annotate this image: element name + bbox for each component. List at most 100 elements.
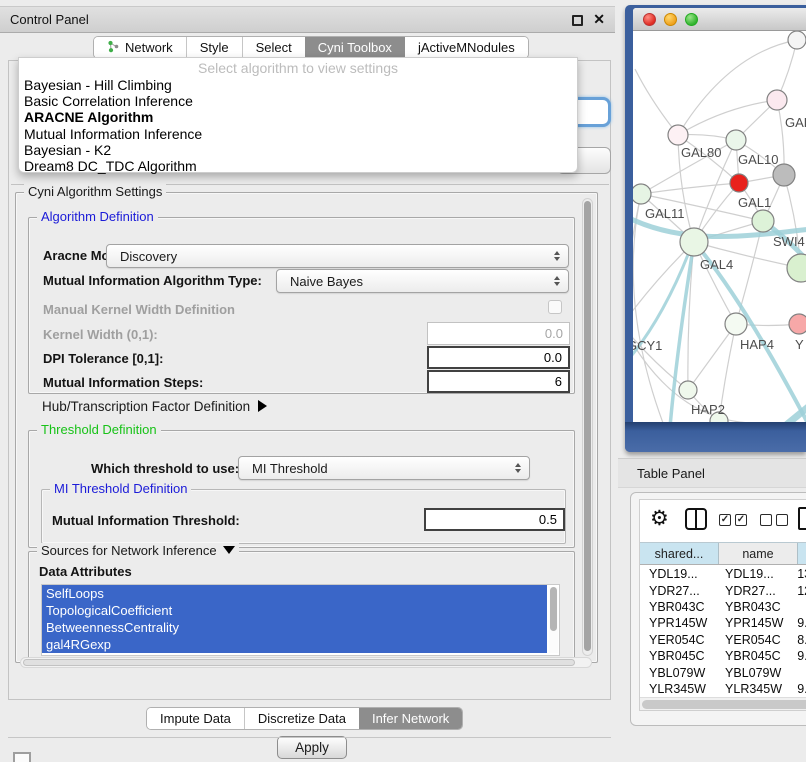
graph-node[interactable] xyxy=(767,90,787,110)
graph-node-label: GAL11 xyxy=(645,206,685,221)
graph-node[interactable] xyxy=(725,313,747,335)
algorithm-option-mutual-information-inference[interactable]: Mutual Information Inference xyxy=(19,126,577,142)
graph-node[interactable] xyxy=(773,164,795,186)
split-column-icon[interactable] xyxy=(685,508,707,530)
table-cell: YER054C xyxy=(714,633,788,647)
apply-button[interactable]: Apply xyxy=(277,736,347,759)
graph-edge[interactable] xyxy=(635,69,678,135)
tab-discretize-data-label: Discretize Data xyxy=(258,711,346,726)
tab-infer-network[interactable]: Infer Network xyxy=(359,708,462,729)
minimize-traffic-icon[interactable] xyxy=(664,13,677,26)
column-header-name[interactable]: name xyxy=(719,543,798,564)
sources-title[interactable]: Sources for Network Inference xyxy=(37,543,239,558)
tab-select[interactable]: Select xyxy=(243,37,306,58)
minimized-panel-icon[interactable] xyxy=(13,752,31,762)
collapsed-arrow-icon xyxy=(258,400,267,412)
hub-definition-toggle[interactable]: Hub/Transcription Factor Definition xyxy=(42,399,267,414)
table-row[interactable]: YPR145WYPR145W9. xyxy=(640,615,806,631)
kernel-width-input[interactable]: 0.0 xyxy=(427,322,570,345)
table-row[interactable]: YER054CYER054C8. xyxy=(640,632,806,648)
page-icon[interactable] xyxy=(798,507,806,530)
tab-cyni-toolbox[interactable]: Cyni Toolbox xyxy=(305,37,405,58)
control-panel: Control Panel ✕ NetworkStyleSelectCyni T… xyxy=(0,0,618,762)
network-graph-canvas[interactable]: GALGAL80GAL10GAL1GAL11SWI4GAL4GCY1HAP4YH… xyxy=(633,31,806,422)
table-cell: YPR145W xyxy=(714,616,788,630)
aracne-mode-select[interactable]: Discovery xyxy=(106,244,569,268)
tab-discretize-data[interactable]: Discretize Data xyxy=(245,708,360,729)
algorithm-dropdown-prompt: Select algorithm to view settings xyxy=(19,58,577,77)
mi-steps-value: 6 xyxy=(555,374,562,389)
graph-edge[interactable] xyxy=(678,40,797,135)
tab-network[interactable]: Network xyxy=(94,37,187,58)
table-row[interactable]: YBR043CYBR043C xyxy=(640,599,806,615)
network-window-titlebar[interactable] xyxy=(633,8,806,31)
column-header-clipped[interactable] xyxy=(798,543,806,564)
graph-node-label: HAP2 xyxy=(691,402,725,417)
graph-node[interactable] xyxy=(679,381,697,399)
attribute-item-selfloops[interactable]: SelfLoops xyxy=(42,585,547,602)
close-icon[interactable]: ✕ xyxy=(593,11,605,28)
mi-steps-input[interactable]: 6 xyxy=(427,370,570,393)
table-horizontal-scrollbar[interactable] xyxy=(640,697,806,710)
table-cell: YBL079W xyxy=(714,666,788,680)
table-row[interactable]: YDR27...YDR27...12 xyxy=(640,582,806,598)
dpi-tolerance-value: 0.0 xyxy=(544,350,562,365)
tab-cyni-toolbox-label: Cyni Toolbox xyxy=(318,40,392,55)
graph-edge[interactable] xyxy=(678,100,777,135)
attributes-scrollbar[interactable] xyxy=(549,587,558,653)
column-header-shared[interactable]: shared... xyxy=(640,543,719,564)
tab-style[interactable]: Style xyxy=(187,37,243,58)
which-threshold-select[interactable]: MI Threshold xyxy=(238,456,530,480)
graph-node[interactable] xyxy=(680,228,708,256)
sources-group: Sources for Network Inference Data Attri… xyxy=(28,551,575,663)
deselect-all-icon[interactable] xyxy=(776,514,788,526)
algorithm-option-basic-correlation-inference[interactable]: Basic Correlation Inference xyxy=(19,93,577,109)
mi-type-label: Mutual Information Algorithm Type: xyxy=(43,273,262,288)
table-row[interactable]: YBL079WYBL079W xyxy=(640,664,806,680)
mi-type-select[interactable]: Naive Bayes xyxy=(276,269,569,293)
algorithm-option-bayesian-k2[interactable]: Bayesian - K2 xyxy=(19,142,577,158)
graph-node[interactable] xyxy=(730,174,748,192)
attribute-item-topologicalcoefficient[interactable]: TopologicalCoefficient xyxy=(42,602,547,619)
tab-impute-data[interactable]: Impute Data xyxy=(147,708,245,729)
tab-jactivemnodules[interactable]: jActiveMNodules xyxy=(405,37,528,58)
data-attributes-list[interactable]: SelfLoopsTopologicalCoefficientBetweenne… xyxy=(41,584,560,656)
graph-node[interactable] xyxy=(633,184,651,204)
graph-edge[interactable] xyxy=(641,183,739,194)
zoom-traffic-icon[interactable] xyxy=(685,13,698,26)
algorithm-definition-title: Algorithm Definition xyxy=(37,209,158,224)
table-cell: YBR045C xyxy=(714,649,788,663)
select-all-icon[interactable]: ✓ xyxy=(735,514,747,526)
attribute-item-gal4rgexp[interactable]: gal4RGexp xyxy=(42,636,547,653)
table-row[interactable]: YBR045CYBR045C9. xyxy=(640,648,806,664)
dpi-tolerance-input[interactable]: 0.0 xyxy=(427,346,570,369)
manual-kernel-checkbox[interactable] xyxy=(548,300,562,314)
gear-icon[interactable]: ⚙ xyxy=(650,506,669,531)
data-attributes-label: Data Attributes xyxy=(39,564,132,579)
table-row[interactable]: YDL19...YDL19...13 xyxy=(640,566,806,582)
settings-horizontal-scrollbar[interactable] xyxy=(20,657,592,668)
graph-node[interactable] xyxy=(726,130,746,150)
table-row[interactable]: YLR345WYLR345W9. xyxy=(640,681,806,697)
float-window-icon[interactable] xyxy=(572,15,583,26)
graph-node-label: GAL1 xyxy=(738,195,771,210)
graph-node[interactable] xyxy=(789,314,806,334)
graph-node[interactable] xyxy=(752,210,774,232)
select-all-icon[interactable]: ✓ xyxy=(719,514,731,526)
graph-node[interactable] xyxy=(788,31,806,49)
close-traffic-icon[interactable] xyxy=(643,13,656,26)
table-cell: 9. xyxy=(788,682,806,696)
algorithm-option-dream8-dc-tdc-algorithm[interactable]: Dream8 DC_TDC Algorithm xyxy=(19,158,577,174)
cyni-algorithm-settings-title: Cyni Algorithm Settings xyxy=(24,184,166,199)
network-view-window[interactable]: GALGAL80GAL10GAL1GAL11SWI4GAL4GCY1HAP4YH… xyxy=(625,5,806,452)
attribute-item-betweennesscentrality[interactable]: BetweennessCentrality xyxy=(42,619,547,636)
algorithm-option-bayesian-hill-climbing[interactable]: Bayesian - Hill Climbing xyxy=(19,77,577,93)
deselect-all-icon[interactable] xyxy=(760,514,772,526)
threshold-definition-group: Threshold Definition Which threshold to … xyxy=(28,430,575,548)
mi-threshold-input[interactable]: 0.5 xyxy=(424,508,565,531)
settings-vertical-scrollbar[interactable] xyxy=(582,198,593,656)
graph-node[interactable] xyxy=(787,254,806,282)
algorithm-option-aracne-algorithm[interactable]: ARACNE Algorithm xyxy=(19,109,577,125)
graph-node[interactable] xyxy=(668,125,688,145)
expanded-arrow-icon xyxy=(223,546,235,554)
